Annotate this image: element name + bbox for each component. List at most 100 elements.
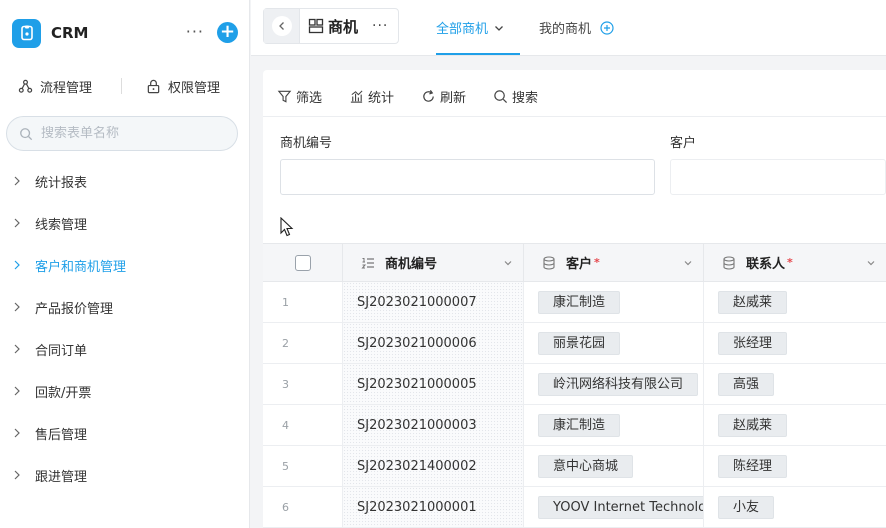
cell-code[interactable]: SJ2023021000001 bbox=[343, 487, 524, 527]
customer-tag[interactable]: 岭汛网络科技有限公司 bbox=[538, 372, 699, 396]
flow-icon bbox=[18, 79, 33, 93]
cell-contact[interactable]: 赵威莱 bbox=[704, 405, 886, 445]
table-row[interactable]: 2 SJ2023021000006 丽景花园 张经理 bbox=[263, 323, 886, 364]
cell-code[interactable]: SJ2023021000007 bbox=[343, 282, 524, 322]
nav-item-quotes[interactable]: 产品报价管理 bbox=[0, 292, 250, 322]
nav-item-leads[interactable]: 线索管理 bbox=[0, 208, 250, 238]
back-button[interactable] bbox=[264, 9, 300, 43]
cell-contact[interactable]: 小友 bbox=[704, 487, 886, 527]
nav-item-customers-opportunities[interactable]: 客户和商机管理 bbox=[0, 250, 250, 280]
cell-contact[interactable]: 陈经理 bbox=[704, 446, 886, 486]
form-search-input[interactable] bbox=[41, 126, 221, 141]
database-icon bbox=[543, 255, 555, 270]
title-more-icon[interactable]: ··· bbox=[372, 18, 388, 34]
nav-item-label: 回款/开票 bbox=[35, 385, 92, 401]
table-row[interactable]: 1 SJ2023021000007 康汇制造 赵威莱 bbox=[263, 282, 886, 323]
toolbar: 筛选 统计 刷新 搜索 bbox=[277, 84, 565, 108]
table-row[interactable]: 6 SJ2023021000001 YOOV Internet Technolo… bbox=[263, 487, 886, 528]
contact-tag[interactable]: 高强 bbox=[718, 372, 775, 396]
row-number: 4 bbox=[263, 405, 343, 445]
column-header-customer[interactable]: 客户 * bbox=[524, 244, 704, 281]
cell-customer[interactable]: 意中心商城 bbox=[524, 446, 704, 486]
app-more-icon[interactable]: ··· bbox=[186, 22, 204, 41]
chevron-right-icon bbox=[14, 344, 20, 354]
permission-management-button[interactable]: 权限管理 bbox=[146, 77, 220, 96]
search-icon bbox=[494, 89, 508, 103]
chevron-right-icon bbox=[14, 470, 20, 480]
filter-customer-input[interactable] bbox=[670, 159, 886, 195]
nav-item-label: 统计报表 bbox=[35, 175, 88, 191]
cell-code[interactable]: SJ2023021400002 bbox=[343, 446, 524, 486]
column-header-code[interactable]: 商机编号 bbox=[343, 244, 524, 281]
add-form-button[interactable]: + bbox=[217, 22, 238, 43]
cell-contact[interactable]: 高强 bbox=[704, 364, 886, 404]
table-row[interactable]: 5 SJ2023021400002 意中心商城 陈经理 bbox=[263, 446, 886, 487]
nav-item-label: 产品报价管理 bbox=[35, 301, 114, 317]
nav-item-stats-report[interactable]: 统计报表 bbox=[0, 166, 250, 196]
select-all-cell bbox=[263, 244, 343, 281]
cell-customer[interactable]: 康汇制造 bbox=[524, 282, 704, 322]
row-number: 6 bbox=[263, 487, 343, 527]
chevron-right-icon bbox=[14, 386, 20, 396]
customer-tag[interactable]: 意中心商城 bbox=[538, 454, 634, 478]
contact-tag[interactable]: 赵威莱 bbox=[718, 413, 788, 437]
nav-item-after-sales[interactable]: 售后管理 bbox=[0, 418, 250, 448]
column-label: 联系人 bbox=[746, 257, 786, 272]
nav-item-label: 跟进管理 bbox=[35, 469, 88, 485]
tab-my-opportunities[interactable]: 我的商机 bbox=[539, 0, 614, 55]
chevron-right-icon bbox=[14, 218, 20, 228]
search-button[interactable]: 搜索 bbox=[493, 87, 538, 106]
filter-code-input[interactable] bbox=[280, 159, 655, 195]
cell-code[interactable]: SJ2023021000003 bbox=[343, 405, 524, 445]
stats-button[interactable]: 统计 bbox=[349, 87, 394, 106]
chevron-down-icon[interactable] bbox=[503, 258, 513, 268]
chart-icon bbox=[350, 90, 363, 103]
customer-tag[interactable]: 丽景花园 bbox=[538, 331, 621, 355]
chevron-down-icon[interactable] bbox=[683, 258, 693, 268]
row-number: 2 bbox=[263, 323, 343, 363]
filter-button[interactable]: 筛选 bbox=[277, 87, 322, 106]
nav-item-label: 线索管理 bbox=[35, 217, 88, 233]
tab-label: 全部商机 bbox=[436, 22, 489, 37]
cell-customer[interactable]: 康汇制造 bbox=[524, 405, 704, 445]
refresh-icon bbox=[423, 89, 434, 102]
cell-customer[interactable]: YOOV Internet Technolo bbox=[524, 487, 704, 527]
cell-contact[interactable]: 张经理 bbox=[704, 323, 886, 363]
table-row[interactable]: 3 SJ2023021000005 岭汛网络科技有限公司 高强 bbox=[263, 364, 886, 405]
contact-tag[interactable]: 张经理 bbox=[718, 331, 788, 355]
contact-tag[interactable]: 陈经理 bbox=[718, 454, 788, 478]
contact-tag[interactable]: 小友 bbox=[718, 495, 775, 519]
row-number: 5 bbox=[263, 446, 343, 486]
refresh-button[interactable]: 刷新 bbox=[421, 87, 466, 106]
cell-contact[interactable]: 赵威莱 bbox=[704, 282, 886, 322]
cell-code[interactable]: SJ2023021000006 bbox=[343, 323, 524, 363]
chevron-right-icon bbox=[14, 260, 20, 270]
form-search-box[interactable] bbox=[6, 116, 238, 151]
search-label: 搜索 bbox=[512, 90, 539, 106]
add-view-icon[interactable] bbox=[600, 20, 614, 35]
row-number: 1 bbox=[263, 282, 343, 322]
top-bar: 商机 ··· 全部商机 我的商机 bbox=[251, 0, 886, 56]
cell-code[interactable]: SJ2023021000005 bbox=[343, 364, 524, 404]
table-row[interactable]: 4 SJ2023021000003 康汇制造 赵威莱 bbox=[263, 405, 886, 446]
contact-tag[interactable]: 赵威莱 bbox=[718, 290, 788, 314]
stats-label: 统计 bbox=[368, 90, 395, 106]
nav-item-follow-up[interactable]: 跟进管理 bbox=[0, 460, 250, 490]
customer-tag[interactable]: 康汇制造 bbox=[538, 290, 621, 314]
flow-management-label: 流程管理 bbox=[40, 80, 93, 96]
app-name: CRM bbox=[51, 24, 89, 42]
column-header-contact[interactable]: 联系人 * bbox=[704, 244, 886, 281]
required-mark: * bbox=[594, 256, 600, 269]
nav-item-contracts[interactable]: 合同订单 bbox=[0, 334, 250, 364]
cell-customer[interactable]: 岭汛网络科技有限公司 bbox=[524, 364, 704, 404]
nav-item-label: 合同订单 bbox=[35, 343, 88, 359]
chevron-down-icon[interactable] bbox=[866, 258, 876, 268]
nav-item-payments[interactable]: 回款/开票 bbox=[0, 376, 250, 406]
select-all-checkbox[interactable] bbox=[294, 254, 311, 271]
tab-all-opportunities[interactable]: 全部商机 bbox=[436, 0, 520, 55]
customer-tag[interactable]: YOOV Internet Technolo bbox=[538, 495, 703, 519]
number-field-icon bbox=[361, 257, 374, 268]
customer-tag[interactable]: 康汇制造 bbox=[538, 413, 621, 437]
cell-customer[interactable]: 丽景花园 bbox=[524, 323, 704, 363]
flow-management-button[interactable]: 流程管理 bbox=[18, 77, 92, 96]
